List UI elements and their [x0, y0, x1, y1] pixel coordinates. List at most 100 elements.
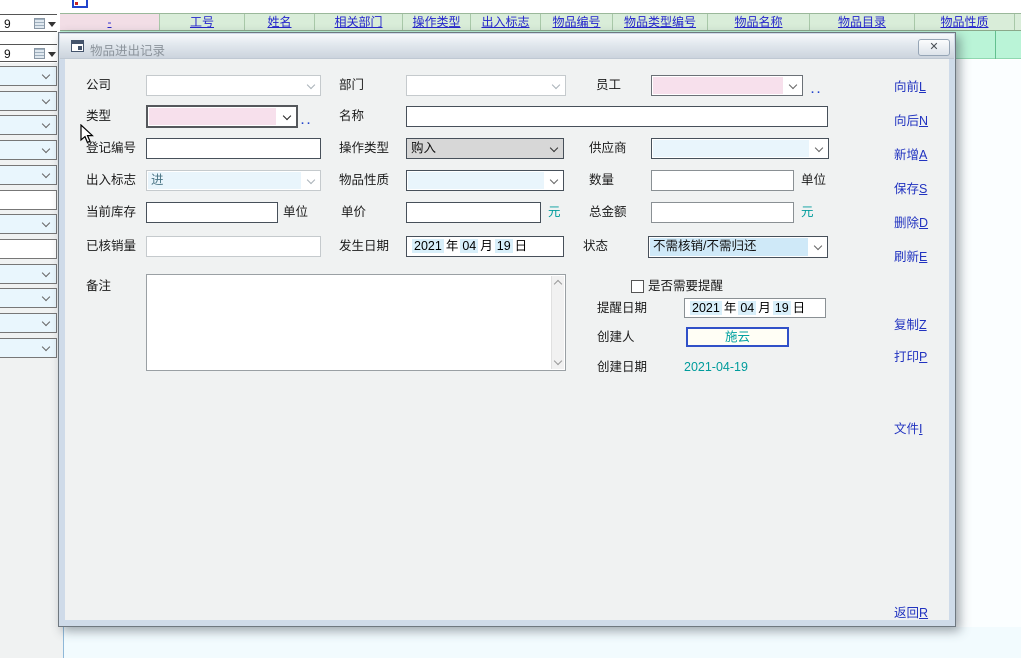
- side-field-4[interactable]: [0, 165, 57, 185]
- calendar-picker-icon[interactable]: [34, 48, 45, 59]
- inout-flag-select[interactable]: 进: [146, 170, 321, 191]
- supplier-label: 供应商: [589, 138, 627, 159]
- employee-select[interactable]: [651, 75, 803, 96]
- cmd-text: 删除: [894, 216, 919, 230]
- company-label: 公司: [86, 75, 111, 96]
- inout-flag-label: 出入标志: [86, 170, 136, 191]
- stock-unit-label: 单位: [283, 202, 308, 223]
- cmd-hotkey: N: [919, 114, 928, 128]
- cmd-copy-button[interactable]: 复制Z: [894, 314, 927, 333]
- status-label: 状态: [583, 236, 608, 257]
- status-select[interactable]: 不需核销/不需归还: [648, 236, 828, 258]
- cmd-delete-button[interactable]: 删除D: [894, 212, 928, 231]
- cmd-print-button[interactable]: 打印P: [894, 346, 927, 365]
- side-field-6[interactable]: [0, 214, 57, 234]
- cmd-add-button[interactable]: 新增A: [894, 144, 927, 163]
- dropdown-arrow-icon[interactable]: [48, 22, 56, 27]
- type-more-link[interactable]: ..: [301, 114, 317, 128]
- side-spin-field[interactable]: 9: [0, 44, 57, 62]
- cmd-forward-button[interactable]: 向前L: [894, 76, 926, 95]
- cmd-hotkey: R: [919, 606, 928, 620]
- scrollbar[interactable]: [551, 276, 564, 369]
- cmd-text: 刷新: [894, 250, 919, 264]
- side-field-11[interactable]: [0, 338, 57, 358]
- written-off-input[interactable]: [146, 236, 321, 257]
- chevron-down-icon: [42, 96, 50, 104]
- dialog-titlebar[interactable]: 物品进出记录 ✕: [60, 34, 954, 59]
- cmd-hotkey: Z: [919, 318, 927, 332]
- remind-checkbox[interactable]: [631, 280, 644, 293]
- occur-date-picker[interactable]: 2021年04月19日: [406, 236, 564, 257]
- side-field-0[interactable]: [0, 66, 57, 86]
- table-header-4[interactable]: 操作类型: [403, 14, 471, 30]
- type-select[interactable]: [146, 105, 298, 128]
- background-bottom-area: [63, 627, 1021, 658]
- current-stock-input[interactable]: [146, 202, 278, 223]
- side-field-1[interactable]: [0, 91, 57, 111]
- side-field-value: 9: [4, 17, 11, 31]
- remark-textarea[interactable]: [146, 274, 566, 371]
- side-spin-field[interactable]: 9: [0, 14, 57, 32]
- total-amount-label: 总金额: [589, 202, 627, 223]
- cell-divider: [995, 31, 996, 59]
- company-select[interactable]: [146, 75, 321, 96]
- table-header-6[interactable]: 物品编号: [541, 14, 613, 30]
- table-header-8[interactable]: 物品名称: [708, 14, 810, 30]
- creator-label: 创建人: [597, 327, 635, 348]
- table-header-11[interactable]: 物品单位: [1015, 14, 1021, 30]
- side-field-7[interactable]: [0, 239, 57, 259]
- reg-no-input[interactable]: [146, 138, 321, 159]
- side-field-5[interactable]: [0, 190, 57, 210]
- unit-price-input[interactable]: [406, 202, 541, 223]
- table-header-7[interactable]: 物品类型编号: [613, 14, 708, 30]
- chevron-down-icon: [42, 318, 50, 326]
- remind-date-picker[interactable]: 2021年04月19日: [684, 298, 826, 318]
- remind-checkbox-label: 是否需要提醒: [648, 276, 723, 297]
- department-select[interactable]: [406, 75, 566, 96]
- side-field-10[interactable]: [0, 313, 57, 333]
- chevron-down-icon: [550, 144, 558, 152]
- side-field-9[interactable]: [0, 288, 57, 308]
- cmd-refresh-button[interactable]: 刷新E: [894, 246, 927, 265]
- item-inout-record-dialog: 物品进出记录 ✕ 公司 部门 员工 .. 类型 .. 名称 登记编号 操作类型 …: [58, 32, 956, 627]
- op-type-label: 操作类型: [339, 138, 389, 159]
- close-button[interactable]: ✕: [918, 39, 950, 56]
- total-amount-yuan-label: 元: [801, 202, 814, 223]
- table-header-5[interactable]: 出入标志: [471, 14, 541, 30]
- dropdown-arrow-icon[interactable]: [48, 52, 56, 57]
- chevron-down-icon: [42, 145, 50, 153]
- employee-more-link[interactable]: ..: [811, 83, 827, 97]
- cmd-back-button[interactable]: 返回R: [894, 602, 928, 621]
- item-nature-select[interactable]: [406, 170, 564, 191]
- side-field-2[interactable]: [0, 115, 57, 135]
- cmd-file-button[interactable]: 文件I: [894, 418, 923, 437]
- cmd-text: 返回: [894, 606, 919, 620]
- chevron-down-icon: [42, 269, 50, 277]
- printer-icon[interactable]: [72, 0, 88, 10]
- cmd-backward-button[interactable]: 向后N: [894, 110, 928, 129]
- supplier-select[interactable]: [651, 138, 829, 159]
- creator-button[interactable]: 施云: [686, 327, 789, 347]
- chevron-down-icon: [42, 343, 50, 351]
- side-field-8[interactable]: [0, 264, 57, 284]
- name-label: 名称: [339, 106, 364, 127]
- chevron-down-icon: [283, 112, 291, 120]
- name-input[interactable]: [406, 106, 828, 127]
- scroll-down-icon[interactable]: [554, 357, 562, 365]
- op-type-select[interactable]: 购入: [406, 138, 564, 159]
- total-amount-input[interactable]: [651, 202, 794, 223]
- side-field-3[interactable]: [0, 140, 57, 160]
- quantity-input[interactable]: [651, 170, 794, 191]
- table-header-2[interactable]: 姓名: [245, 14, 315, 30]
- table-header-3[interactable]: 相关部门: [315, 14, 403, 30]
- remind-date-label: 提醒日期: [597, 298, 647, 319]
- cmd-save-button[interactable]: 保存S: [894, 178, 927, 197]
- table-header-0[interactable]: -: [60, 14, 160, 30]
- table-header-1[interactable]: 工号: [160, 14, 245, 30]
- create-date-value: 2021-04-19: [684, 357, 748, 378]
- scroll-up-icon[interactable]: [554, 280, 562, 288]
- cmd-text: 保存: [894, 182, 919, 196]
- calendar-picker-icon[interactable]: [34, 18, 45, 29]
- table-header-9[interactable]: 物品目录: [810, 14, 915, 30]
- table-header-10[interactable]: 物品性质: [915, 14, 1015, 30]
